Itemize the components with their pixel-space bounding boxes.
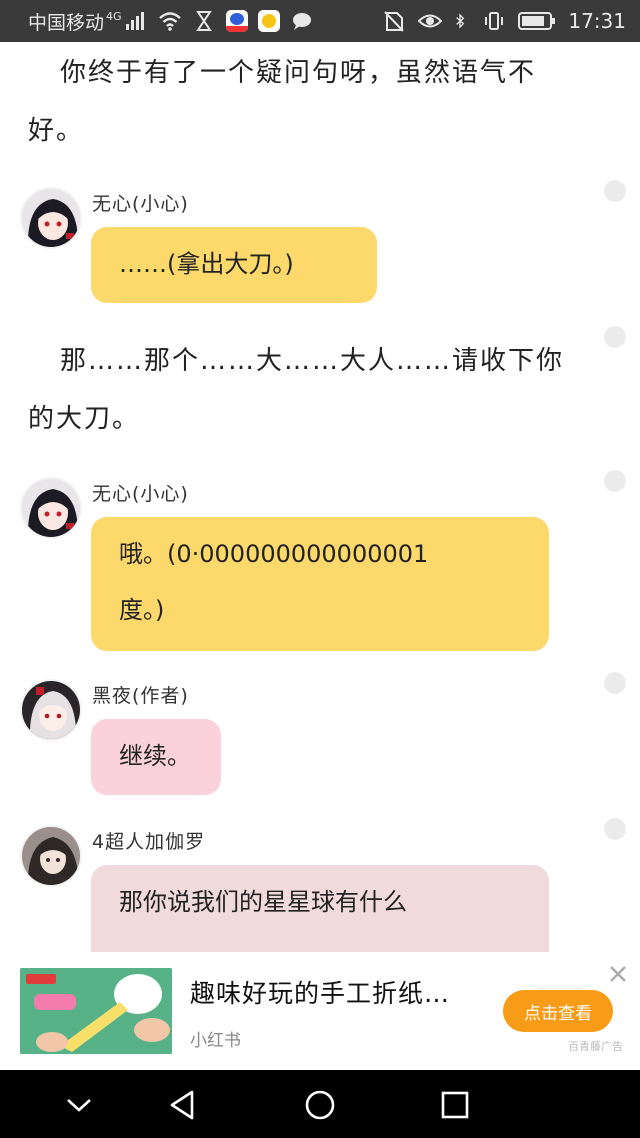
narration-paragraph: 那……那个……大……大人……请收下你的大刀。 [28, 346, 565, 434]
narration-paragraph: 你终于有了一个疑问句呀，虽然语气不好。 [28, 58, 537, 146]
avatar[interactable] [20, 477, 82, 539]
message-text: ……(拿出大刀。) [119, 250, 294, 278]
ad-view-button[interactable]: 点击查看 [503, 990, 613, 1032]
status-bar: 中国移动 4G 17:31 [0, 0, 640, 42]
message-icon [292, 13, 311, 30]
app-notification-icon [257, 10, 280, 32]
message-text-line: 哦。(0·000000000000001 [119, 540, 429, 568]
message-bubble: 那你说我们的星星球有什么 [91, 865, 549, 952]
hourglass-icon [195, 11, 212, 31]
ad-tag: 百青藤广告 [568, 1040, 623, 1053]
ad-title[interactable]: 趣味好玩的手工折纸… [190, 974, 450, 1010]
chat-message: 无心(小心) 哦。(0·000000000000001 度。) [20, 477, 620, 657]
bluetooth-icon [456, 13, 465, 29]
more-dot[interactable] [604, 326, 626, 348]
message-bubble: 哦。(0·000000000000001 度。) [91, 517, 549, 651]
message-text-line: 度。) [119, 596, 165, 624]
author-name: 黑夜(作者) [92, 685, 189, 707]
network-type: 4G [106, 9, 122, 23]
avatar[interactable] [20, 825, 82, 887]
author-name: 无心(小心) [92, 483, 189, 505]
message-text: 继续。 [119, 742, 191, 770]
vibrate-icon [485, 12, 504, 30]
home-icon[interactable] [303, 1088, 337, 1122]
ad-banner[interactable]: 趣味好玩的手工折纸… 小红书 点击查看 百青藤广告 [0, 952, 640, 1070]
author-name: 4超人加伽罗 [92, 831, 206, 853]
back-icon[interactable] [166, 1088, 200, 1122]
message-bubble: ……(拿出大刀。) [91, 227, 377, 303]
ad-image[interactable] [20, 968, 172, 1054]
wifi-icon [158, 12, 181, 31]
carrier-label: 中国移动 [28, 11, 105, 34]
message-bubble: 继续。 [91, 719, 221, 795]
avatar[interactable] [20, 679, 82, 741]
chat-message: 黑夜(作者) 继续。 [20, 679, 620, 799]
recent-apps-icon[interactable] [438, 1088, 472, 1122]
chat-story-content[interactable]: 你终于有了一个疑问句呀，虽然语气不好。 无心(小心) ……(拿出大刀。) 那……… [0, 42, 640, 952]
message-text: 那你说我们的星星球有什么 [119, 888, 407, 916]
avatar[interactable] [20, 187, 82, 249]
clock: 17:31 [568, 9, 626, 33]
sim-off-icon [384, 11, 405, 32]
close-icon[interactable] [606, 962, 630, 986]
chevron-down-icon[interactable] [62, 1088, 96, 1122]
battery-icon [518, 12, 556, 30]
eye-icon [418, 14, 443, 28]
chat-message: 4超人加伽罗 那你说我们的星星球有什么 [20, 825, 620, 952]
chat-message: 无心(小心) ……(拿出大刀。) [20, 187, 620, 307]
author-name: 无心(小心) [92, 193, 189, 215]
baidu-app-icon [225, 10, 248, 32]
navigation-bar [0, 1070, 640, 1138]
signal-icon [125, 12, 144, 30]
ad-source: 小红书 [190, 1031, 241, 1051]
